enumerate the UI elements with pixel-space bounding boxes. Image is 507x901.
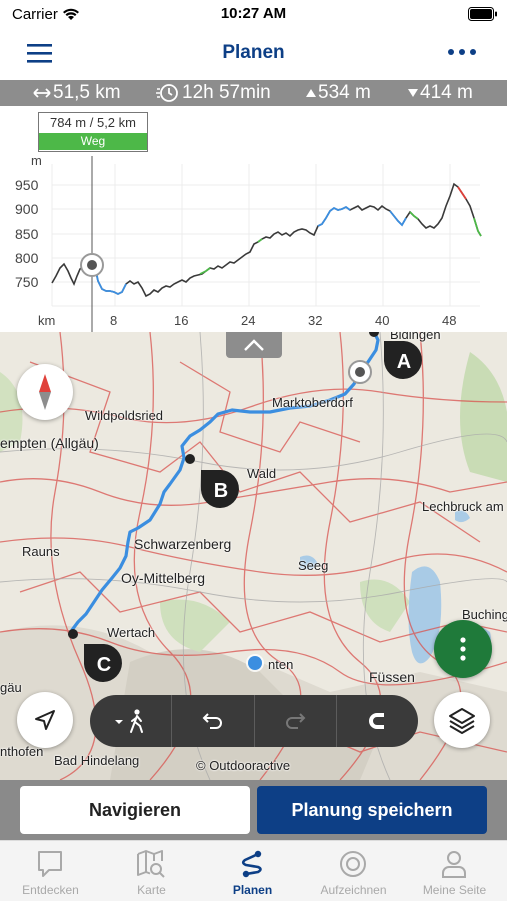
location-arrow-icon: [35, 710, 55, 730]
map-label: Lechbruck am S: [422, 499, 507, 514]
y-tick: 950: [15, 177, 39, 193]
y-tick: 900: [15, 201, 39, 217]
map-label: empten (Allgäu): [0, 435, 99, 451]
tooltip-value: 784 m / 5,2 km: [50, 115, 136, 130]
more-options-button[interactable]: [446, 44, 478, 64]
map-label: Oy-Mittelberg: [121, 570, 206, 586]
compass-button[interactable]: [17, 364, 73, 420]
map-label: Wertach: [107, 625, 156, 640]
snap-magnet-button[interactable]: [337, 695, 418, 747]
x-tick: 24: [241, 313, 256, 328]
waypoint-a-pin[interactable]: A: [380, 337, 426, 383]
battery-icon: [468, 7, 497, 21]
status-time: 10:27 AM: [220, 5, 287, 22]
routing-mode-button[interactable]: [90, 695, 173, 747]
tab-meine-seite[interactable]: Meine Seite: [404, 841, 505, 901]
person-icon: [442, 851, 466, 878]
redo-button[interactable]: [255, 695, 337, 747]
distance-icon: [33, 88, 51, 98]
stat-descent: 414 m: [420, 82, 473, 103]
record-icon: [340, 851, 366, 877]
undo-button[interactable]: [172, 695, 255, 747]
map-label: Marktoberdorf: [272, 395, 353, 410]
elevation-tooltip: 784 m / 5,2 km Weg: [38, 112, 148, 152]
page-title: Planen: [222, 42, 285, 63]
status-bar: Carrier 10:27 AM: [0, 0, 507, 30]
chevron-up-icon: [244, 339, 264, 351]
tab-karte[interactable]: Karte: [101, 841, 202, 901]
tab-planen[interactable]: Planen: [202, 841, 303, 901]
tab-label: Meine Seite: [422, 883, 487, 897]
x-tick: 16: [174, 313, 189, 328]
route-planner-icon: [241, 850, 262, 878]
tab-entdecken[interactable]: Entdecken: [0, 841, 101, 901]
elevation-profile[interactable]: 784 m / 5,2 km Weg m 950 900 850 800 750…: [0, 106, 507, 332]
stat-ascent: 534 m: [318, 82, 371, 103]
redo-icon: [286, 713, 306, 729]
waypoint-c-letter: C: [97, 654, 111, 676]
collapse-profile-button[interactable]: [226, 332, 282, 358]
navigate-button[interactable]: Navigieren: [20, 786, 250, 834]
stat-distance: 51,5 km: [53, 82, 121, 103]
duration-icon: [156, 84, 178, 102]
descent-icon: [408, 89, 418, 97]
y-tick: 850: [15, 226, 39, 242]
ascent-icon: [306, 89, 316, 97]
magnet-icon: [369, 713, 385, 729]
waypoint-a-letter: A: [397, 351, 411, 373]
more-dots-icon: [448, 49, 476, 55]
map-label: nten: [268, 657, 294, 672]
waypoint-b-letter: B: [214, 480, 228, 502]
x-axis-unit: km: [38, 313, 56, 328]
waypoint-c-pin[interactable]: C: [80, 640, 126, 686]
hiking-mode-icon: [114, 709, 143, 733]
planning-toolbar: [90, 695, 418, 747]
map-label: Bad Hindelang: [54, 753, 140, 768]
stat-duration: 12h 57min: [182, 82, 271, 103]
map-label: Wildpoldsried: [85, 408, 164, 423]
layers-icon: [449, 708, 475, 734]
speech-bubble-icon: [38, 851, 62, 877]
waypoint-b-pin[interactable]: B: [197, 466, 243, 512]
vertical-dots-icon: [460, 637, 466, 661]
tab-label: Planen: [232, 883, 273, 897]
tab-aufzeichnen[interactable]: Aufzeichnen: [303, 841, 404, 901]
tour-stats-bar: 51,5 km 12h 57min 534 m 414 m: [0, 80, 507, 106]
compass-icon: [39, 374, 51, 410]
map-more-button[interactable]: [434, 620, 492, 678]
map-label: Wald: [247, 466, 277, 481]
tab-label: Karte: [137, 883, 166, 897]
map-label: gäu: [0, 680, 22, 695]
map-label: Rauns: [22, 544, 60, 559]
tab-bar: Entdecken Karte Planen Aufzeichnen Meine…: [0, 840, 507, 901]
x-tick: 32: [308, 313, 323, 328]
y-axis-unit: m: [31, 153, 42, 168]
map-label: Seeg: [298, 558, 329, 573]
tab-label: Entdecken: [22, 883, 79, 897]
save-plan-button[interactable]: Planung speichern: [257, 786, 487, 834]
map-attribution: © Outdooractive: [196, 758, 291, 773]
y-tick: 800: [15, 250, 39, 266]
tooltip-surface: Weg: [39, 133, 147, 150]
map-label: Bidingen: [390, 332, 441, 342]
map-search-icon: [137, 850, 165, 878]
map-label: Schwarzenberg: [134, 536, 232, 552]
navigation-bar: Planen: [0, 30, 507, 80]
locate-me-button[interactable]: [17, 692, 73, 748]
y-tick: 750: [15, 274, 39, 290]
x-tick: 8: [110, 313, 118, 328]
map-label: Füssen: [369, 669, 415, 685]
map-layers-button[interactable]: [434, 692, 490, 748]
tab-label: Aufzeichnen: [320, 883, 387, 897]
x-tick: 48: [442, 313, 457, 328]
undo-icon: [202, 713, 222, 729]
action-bar: Navigieren Planung speichern: [0, 780, 507, 840]
x-tick: 40: [375, 313, 390, 328]
